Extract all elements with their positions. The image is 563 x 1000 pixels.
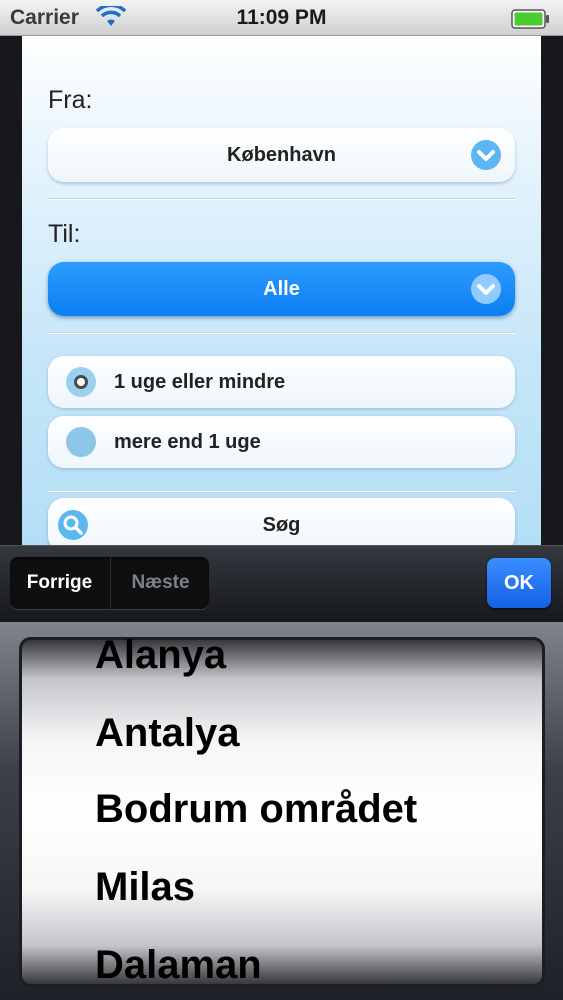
picker-item[interactable]: Dalaman <box>95 943 262 987</box>
battery-icon <box>511 9 551 34</box>
previous-button[interactable]: Forrige <box>10 557 109 609</box>
from-select[interactable]: København <box>48 128 515 182</box>
picker-item[interactable]: Milas <box>95 865 195 910</box>
to-select-value: Alle <box>263 278 300 300</box>
status-bar: Carrier 11:09 PM <box>0 0 563 36</box>
search-button-label: Søg <box>262 514 301 536</box>
picker-item[interactable]: Bodrum området <box>95 787 417 832</box>
duration-option-long[interactable]: mere end 1 uge <box>48 416 515 468</box>
to-select[interactable]: Alle <box>48 262 515 316</box>
from-label: Fra: <box>48 86 93 114</box>
search-form: Fra: København Til: Alle 1 uge eller min… <box>22 36 541 546</box>
destination-picker[interactable]: Alanya Antalya Bodrum området Milas Dala… <box>19 637 545 987</box>
to-label: Til: <box>48 220 81 248</box>
chevron-down-icon <box>471 140 501 170</box>
from-select-value: København <box>227 144 336 166</box>
radio-checked-icon <box>66 367 96 397</box>
status-time: 11:09 PM <box>236 6 327 29</box>
left-bezel <box>0 36 22 546</box>
keyboard-toolbar: Forrige Næste OK <box>0 545 563 622</box>
divider <box>48 198 515 199</box>
divider <box>48 490 515 491</box>
next-button[interactable]: Næste <box>110 557 209 609</box>
picker-item[interactable]: Alanya <box>95 637 226 678</box>
duration-option-short[interactable]: 1 uge eller mindre <box>48 356 515 408</box>
prev-next-control: Forrige Næste <box>10 557 209 609</box>
divider <box>48 332 515 333</box>
ok-button[interactable]: OK <box>487 558 551 608</box>
radio-unchecked-icon <box>66 427 96 457</box>
duration-option-label: 1 uge eller mindre <box>114 371 286 393</box>
picker-item[interactable]: Antalya <box>95 711 240 756</box>
duration-option-label: mere end 1 uge <box>114 431 261 453</box>
search-button[interactable]: Søg <box>48 498 515 546</box>
chevron-down-icon <box>471 274 501 304</box>
right-bezel <box>541 36 563 546</box>
